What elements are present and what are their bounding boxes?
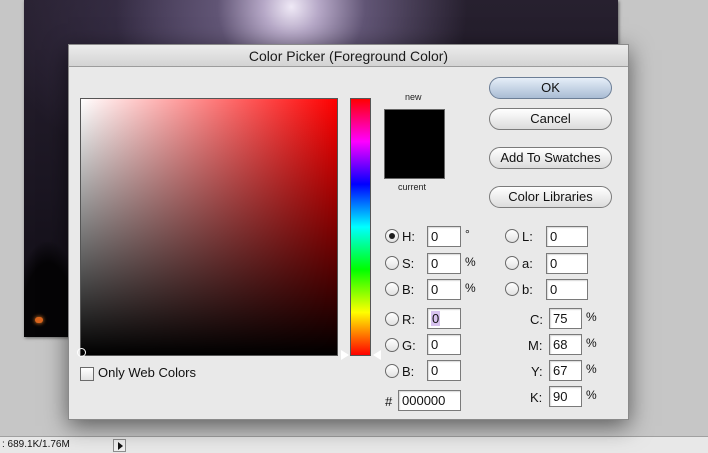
- hue-radio[interactable]: [385, 229, 399, 243]
- yellow-unit: %: [586, 362, 597, 376]
- hue-label: H:: [402, 229, 415, 244]
- cancel-button[interactable]: Cancel: [489, 108, 612, 130]
- only-web-colors-label: Only Web Colors: [98, 365, 197, 380]
- saturation-label: S:: [402, 256, 415, 271]
- yellow-label: Y:: [531, 364, 543, 379]
- magenta-field[interactable]: 68: [549, 334, 582, 355]
- saturation-radio[interactable]: [385, 256, 399, 270]
- cyan-field[interactable]: 75: [549, 308, 582, 329]
- hue-slider-right-handle-icon[interactable]: [372, 349, 381, 361]
- red-radio[interactable]: [385, 312, 399, 326]
- black-field[interactable]: 90: [549, 386, 582, 407]
- magenta-unit: %: [586, 336, 597, 350]
- current-color-swatch[interactable]: [384, 144, 445, 179]
- status-menu-arrow-icon[interactable]: [113, 439, 126, 452]
- hex-label: #: [385, 394, 393, 409]
- cyan-label: C:: [530, 312, 543, 327]
- blue-label: B:: [402, 364, 415, 379]
- green-radio[interactable]: [385, 338, 399, 352]
- new-color-label: new: [405, 92, 422, 102]
- only-web-colors-checkbox[interactable]: [80, 367, 94, 381]
- lab-a-label: a:: [522, 256, 533, 271]
- doc-size-readout: : 689.1K/1.76M: [2, 439, 70, 450]
- green-label: G:: [402, 338, 416, 353]
- dialog-title: Color Picker (Foreground Color): [69, 45, 628, 67]
- brightness-unit: %: [465, 281, 476, 295]
- lab-l-radio[interactable]: [505, 229, 519, 243]
- black-unit: %: [586, 388, 597, 402]
- blue-field[interactable]: 0: [427, 360, 461, 381]
- brightness-field[interactable]: 0: [427, 279, 461, 300]
- yellow-field[interactable]: 67: [549, 360, 582, 381]
- saturation-field[interactable]: 0: [427, 253, 461, 274]
- hue-field[interactable]: 0: [427, 226, 461, 247]
- ok-button[interactable]: OK: [489, 77, 612, 99]
- black-label: K:: [530, 390, 543, 405]
- saturation-unit: %: [465, 255, 476, 269]
- hue-unit: °: [465, 227, 470, 241]
- lab-b-radio[interactable]: [505, 282, 519, 296]
- status-bar: : 689.1K/1.76M: [0, 436, 708, 453]
- cyan-unit: %: [586, 310, 597, 324]
- green-field[interactable]: 0: [427, 334, 461, 355]
- add-to-swatches-button[interactable]: Add To Swatches: [489, 147, 612, 169]
- color-field[interactable]: [80, 98, 338, 356]
- magenta-label: M:: [528, 338, 543, 353]
- hex-field[interactable]: 000000: [398, 390, 461, 411]
- hue-slider-left-handle-icon[interactable]: [340, 349, 349, 361]
- blue-radio[interactable]: [385, 364, 399, 378]
- red-field-value: 0: [431, 311, 441, 326]
- red-label: R:: [402, 312, 415, 327]
- brightness-radio[interactable]: [385, 282, 399, 296]
- color-picker-dialog: Color Picker (Foreground Color) new curr…: [68, 44, 629, 420]
- color-libraries-button[interactable]: Color Libraries: [489, 186, 612, 208]
- lab-a-field[interactable]: 0: [546, 253, 588, 274]
- lab-l-field[interactable]: 0: [546, 226, 588, 247]
- red-field[interactable]: 0: [427, 308, 461, 329]
- lab-b-field[interactable]: 0: [546, 279, 588, 300]
- brightness-label: B:: [402, 282, 415, 297]
- hue-slider[interactable]: [350, 98, 371, 356]
- lab-l-label: L:: [522, 229, 533, 244]
- new-color-swatch: [384, 109, 445, 144]
- current-color-label: current: [398, 182, 427, 192]
- color-field-marker[interactable]: [77, 348, 86, 357]
- lab-a-radio[interactable]: [505, 256, 519, 270]
- lab-b-label: b:: [522, 282, 533, 297]
- light-glow: [35, 317, 43, 323]
